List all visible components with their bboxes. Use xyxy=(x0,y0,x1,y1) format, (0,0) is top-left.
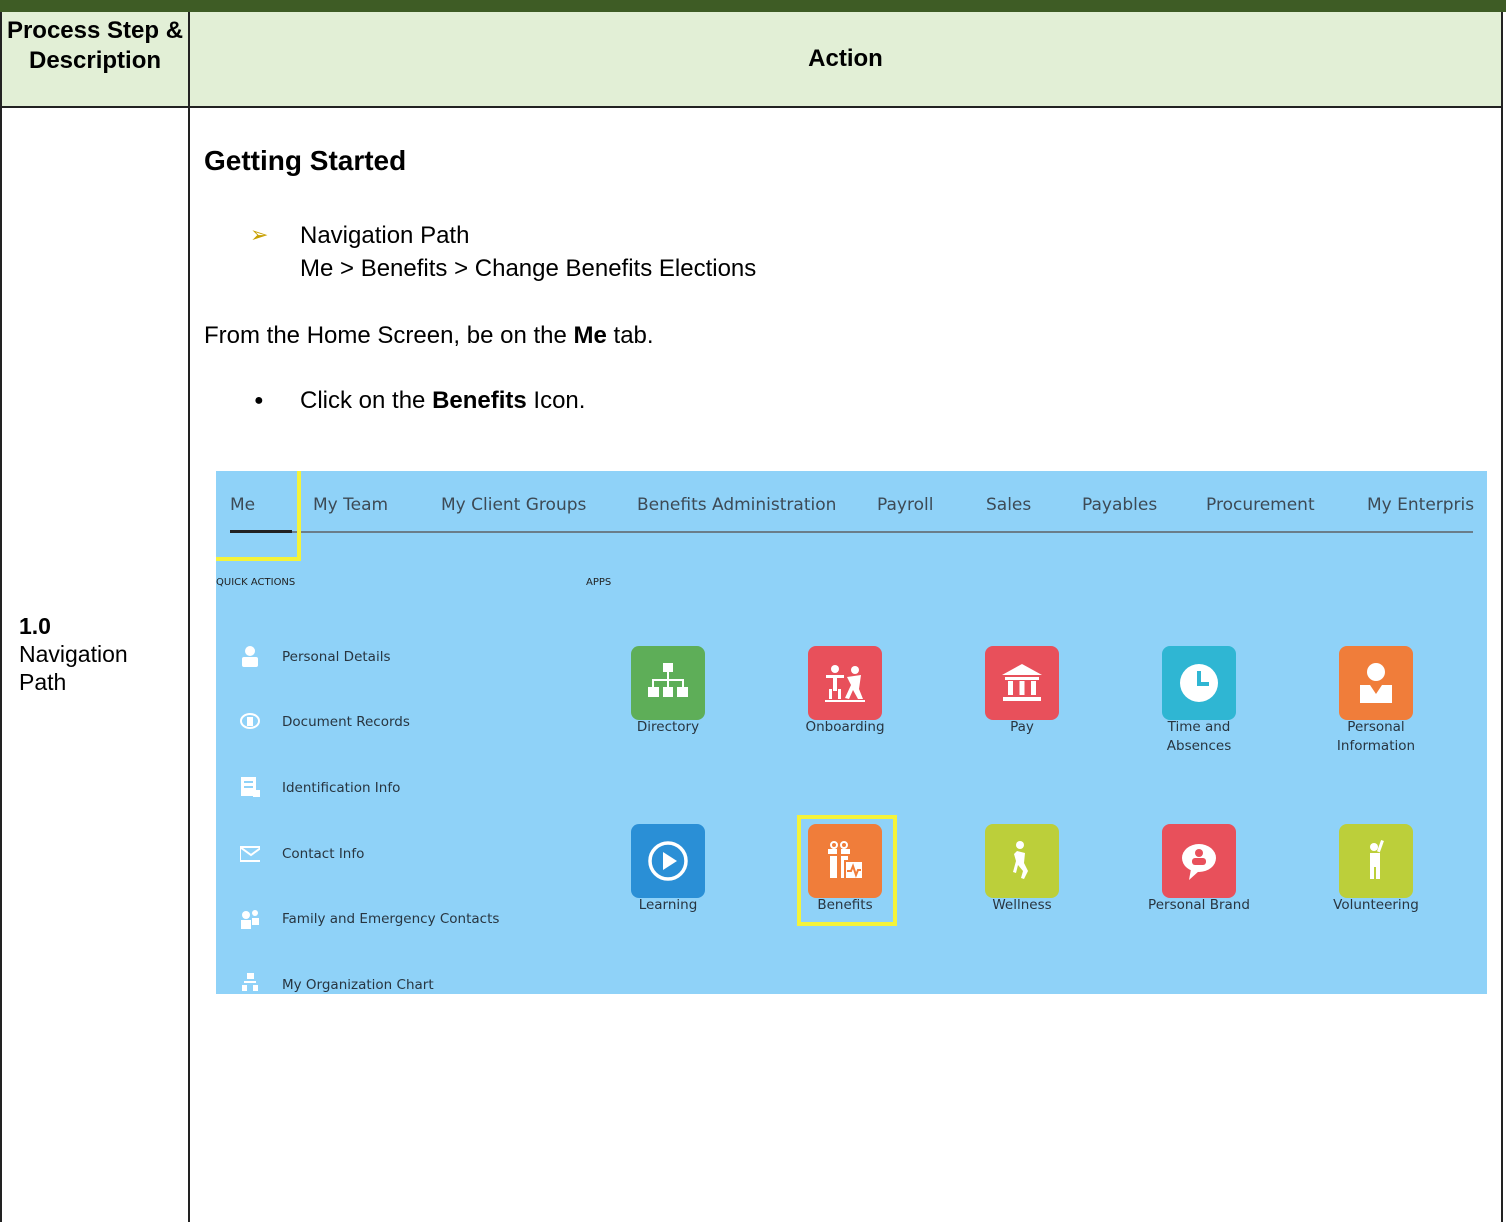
tab-procurement[interactable]: Procurement xyxy=(1206,495,1315,515)
column-divider xyxy=(188,12,190,1222)
bullet-dot-icon: ● xyxy=(254,392,264,409)
tab-payroll[interactable]: Payroll xyxy=(877,495,933,515)
wellness-icon xyxy=(985,824,1059,898)
tab-my-team[interactable]: My Team xyxy=(313,495,388,515)
app-time-and-absences[interactable]: Time and Absences xyxy=(1139,646,1259,756)
benefits-highlight xyxy=(797,815,897,926)
app-personal-brand[interactable]: Personal Brand xyxy=(1139,824,1259,915)
tab-my-enterprise[interactable]: My Enterpris xyxy=(1367,495,1474,515)
app-onboarding[interactable]: Onboarding xyxy=(785,646,905,737)
tab-sales[interactable]: Sales xyxy=(986,495,1031,515)
nav-path-label: Navigation Path xyxy=(300,222,470,249)
home-instruction: From the Home Screen, be on the Me tab. xyxy=(204,322,654,349)
cloud-document-icon xyxy=(240,713,260,729)
step-name: Navigation Path xyxy=(19,641,128,695)
header-process-step: Process Step & Description xyxy=(6,17,184,74)
home-screen-screenshot: Me My Team My Client Groups Benefits Adm… xyxy=(216,471,1487,994)
tab-underline xyxy=(230,531,1473,533)
org-chart-icon xyxy=(242,973,258,991)
play-icon xyxy=(631,824,705,898)
me-tab-highlight xyxy=(216,471,301,561)
quick-actions-label: QUICK ACTIONS xyxy=(216,577,296,588)
nav-path-value: Me > Benefits > Change Benefits Election… xyxy=(300,255,757,282)
app-volunteering[interactable]: Volunteering xyxy=(1316,824,1436,915)
volunteer-icon xyxy=(1339,824,1413,898)
app-wellness[interactable]: Wellness xyxy=(962,824,1082,915)
app-directory[interactable]: Directory xyxy=(608,646,728,737)
id-card-icon xyxy=(241,777,260,797)
click-instruction: Click on the Benefits Icon. xyxy=(300,387,586,414)
tab-my-client-groups[interactable]: My Client Groups xyxy=(441,495,586,515)
app-learning[interactable]: Learning xyxy=(608,824,728,915)
step-cell: 1.0 Navigation Path xyxy=(19,612,159,696)
family-icon xyxy=(241,910,259,929)
tab-payables[interactable]: Payables xyxy=(1082,495,1157,515)
step-number: 1.0 xyxy=(19,613,51,639)
apps-label: APPS xyxy=(586,577,612,588)
bank-icon xyxy=(985,646,1059,720)
clock-icon xyxy=(1162,646,1236,720)
app-personal-information[interactable]: Personal Information xyxy=(1316,646,1436,756)
tab-benefits-administration[interactable]: Benefits Administration xyxy=(637,495,836,515)
header-action: Action xyxy=(808,45,883,72)
chat-person-icon xyxy=(1162,824,1236,898)
envelope-icon xyxy=(240,846,260,862)
org-chart-icon xyxy=(631,646,705,720)
table-top-bar xyxy=(0,0,1506,12)
person-icon xyxy=(242,646,258,667)
person-icon xyxy=(1339,646,1413,720)
arrow-bullet-icon: ➢ xyxy=(250,222,269,247)
onboarding-icon xyxy=(808,646,882,720)
app-pay[interactable]: Pay xyxy=(962,646,1082,737)
section-title: Getting Started xyxy=(204,145,407,176)
